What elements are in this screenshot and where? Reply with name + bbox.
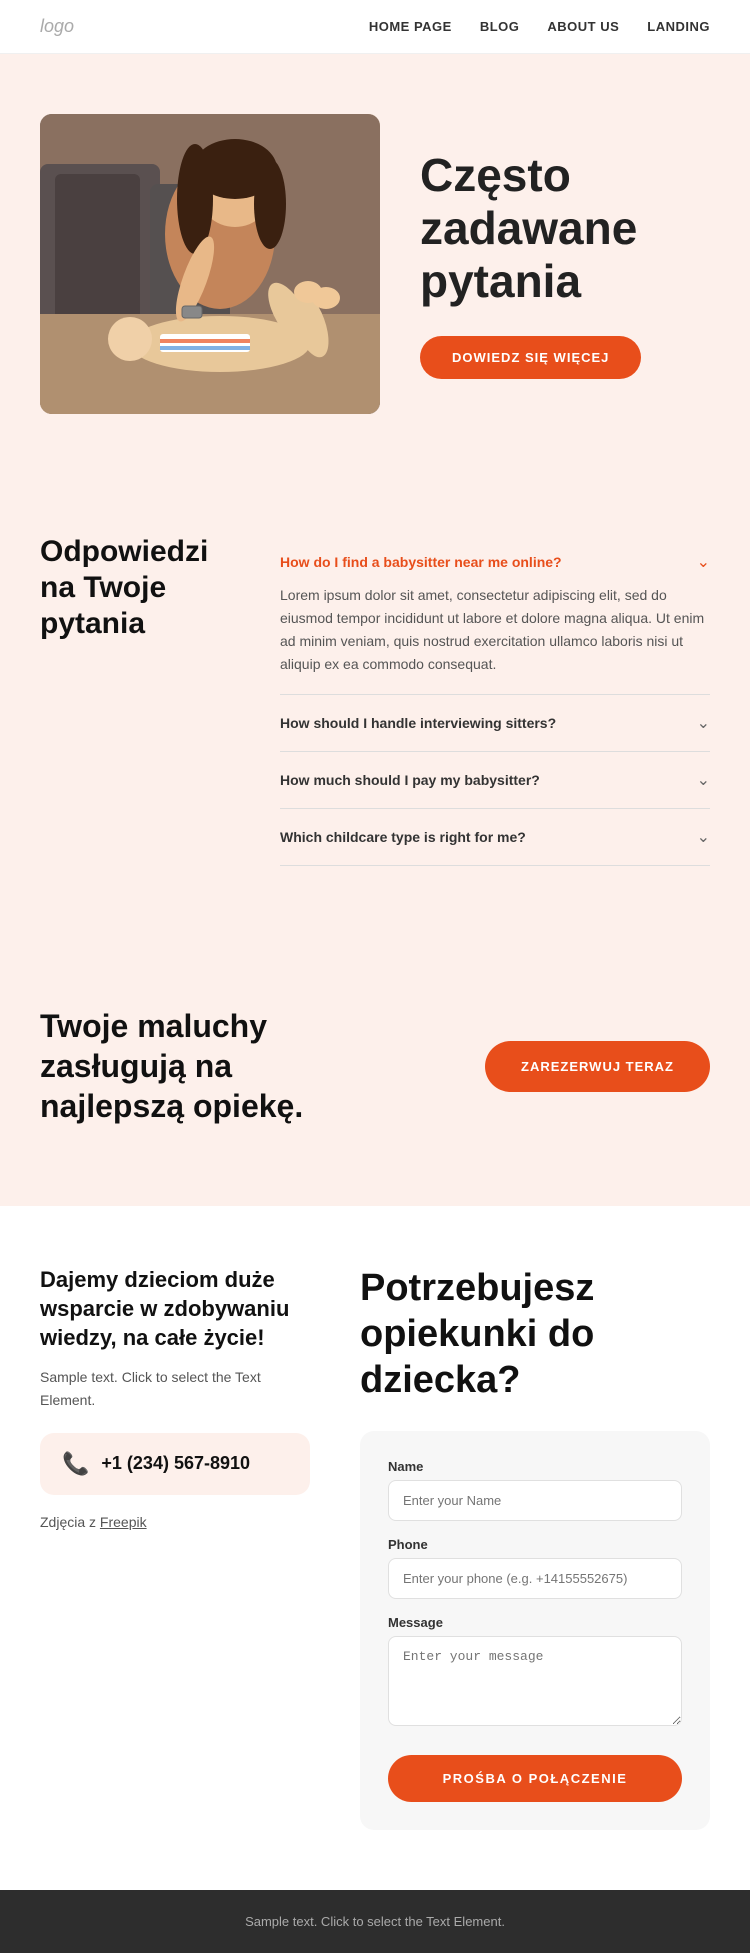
faq-section: Odpowiedzi na Twoje pytania How do I fin… [0, 474, 750, 946]
chevron-down-icon: ⌄ [697, 827, 710, 847]
contact-left: Dajemy dzieciom duże wsparcie w zdobywan… [40, 1266, 310, 1555]
submit-button[interactable]: PROŚBA O POŁĄCZENIE [388, 1755, 682, 1802]
name-input[interactable] [388, 1480, 682, 1521]
nav-landing[interactable]: LANDING [647, 19, 710, 34]
faq-heading: Odpowiedzi na Twoje pytania [40, 534, 240, 642]
faq-items-list: How do I find a babysitter near me onlin… [280, 534, 710, 866]
phone-icon: 📞 [62, 1451, 89, 1477]
faq-item-3-header[interactable]: How much should I pay my babysitter? ⌄ [280, 770, 710, 790]
phone-label: Phone [388, 1537, 682, 1552]
faq-question-2: How should I handle interviewing sitters… [280, 715, 556, 731]
phone-input[interactable] [388, 1558, 682, 1599]
faq-item-2-header[interactable]: How should I handle interviewing sitters… [280, 713, 710, 733]
hero-cta-button[interactable]: DOWIEDZ SIĘ WIĘCEJ [420, 336, 641, 379]
contact-left-text: Sample text. Click to select the Text El… [40, 1366, 310, 1411]
chevron-down-icon: ⌄ [697, 713, 710, 733]
faq-heading-text: Odpowiedzi na Twoje pytania [40, 534, 240, 642]
nav-homepage[interactable]: HOME PAGE [369, 19, 452, 34]
hero-text: Często zadawane pytania DOWIEDZ SIĘ WIĘC… [420, 149, 710, 379]
freepik-link[interactable]: Freepik [100, 1514, 147, 1530]
faq-item-4-header[interactable]: Which childcare type is right for me? ⌄ [280, 827, 710, 847]
chevron-down-icon: ⌄ [697, 552, 710, 572]
hero-section: Często zadawane pytania DOWIEDZ SIĘ WIĘC… [0, 54, 750, 474]
message-label: Message [388, 1615, 682, 1630]
photo-credit: Zdjęcia z Freepik [40, 1511, 310, 1533]
faq-item-1-header[interactable]: How do I find a babysitter near me onlin… [280, 552, 710, 572]
navigation: logo HOME PAGE BLOG ABOUT US LANDING [0, 0, 750, 54]
faq-question-4: Which childcare type is right for me? [280, 829, 526, 845]
faq-answer-1: Lorem ipsum dolor sit amet, consectetur … [280, 584, 710, 676]
cta-heading: Twoje maluchy zasługują na najlepszą opi… [40, 1006, 360, 1126]
message-input[interactable] [388, 1636, 682, 1726]
photo-credit-prefix: Zdjęcia z [40, 1514, 100, 1530]
contact-form: Name Phone Message PROŚBA O POŁĄCZENIE [360, 1431, 710, 1830]
contact-right: Potrzebujesz opiekunki do dziecka? Name … [360, 1266, 710, 1830]
nav-links: HOME PAGE BLOG ABOUT US LANDING [369, 19, 710, 34]
nav-blog[interactable]: BLOG [480, 19, 520, 34]
faq-item-2: How should I handle interviewing sitters… [280, 695, 710, 752]
hero-title: Często zadawane pytania [420, 149, 710, 308]
contact-heading: Potrzebujesz opiekunki do dziecka? [360, 1266, 710, 1403]
faq-item-4: Which childcare type is right for me? ⌄ [280, 809, 710, 866]
cta-section: Twoje maluchy zasługują na najlepszą opi… [0, 946, 750, 1206]
hero-image [40, 114, 380, 414]
cta-button[interactable]: ZAREZERWUJ TERAZ [485, 1041, 710, 1092]
faq-item-1: How do I find a babysitter near me onlin… [280, 534, 710, 695]
chevron-down-icon: ⌄ [697, 770, 710, 790]
form-group-name: Name [388, 1459, 682, 1521]
footer-text: Sample text. Click to select the Text El… [40, 1914, 710, 1929]
form-group-phone: Phone [388, 1537, 682, 1599]
phone-number: +1 (234) 567-8910 [101, 1453, 250, 1474]
logo: logo [40, 16, 74, 37]
faq-question-3: How much should I pay my babysitter? [280, 772, 540, 788]
phone-box: 📞 +1 (234) 567-8910 [40, 1433, 310, 1495]
faq-question-1: How do I find a babysitter near me onlin… [280, 554, 562, 570]
form-group-message: Message [388, 1615, 682, 1731]
name-label: Name [388, 1459, 682, 1474]
contact-left-heading: Dajemy dzieciom duże wsparcie w zdobywan… [40, 1266, 310, 1352]
contact-section: Dajemy dzieciom duże wsparcie w zdobywan… [0, 1206, 750, 1890]
faq-item-3: How much should I pay my babysitter? ⌄ [280, 752, 710, 809]
hero-photo [40, 114, 380, 414]
footer: Sample text. Click to select the Text El… [0, 1890, 750, 1953]
nav-about[interactable]: ABOUT US [547, 19, 619, 34]
